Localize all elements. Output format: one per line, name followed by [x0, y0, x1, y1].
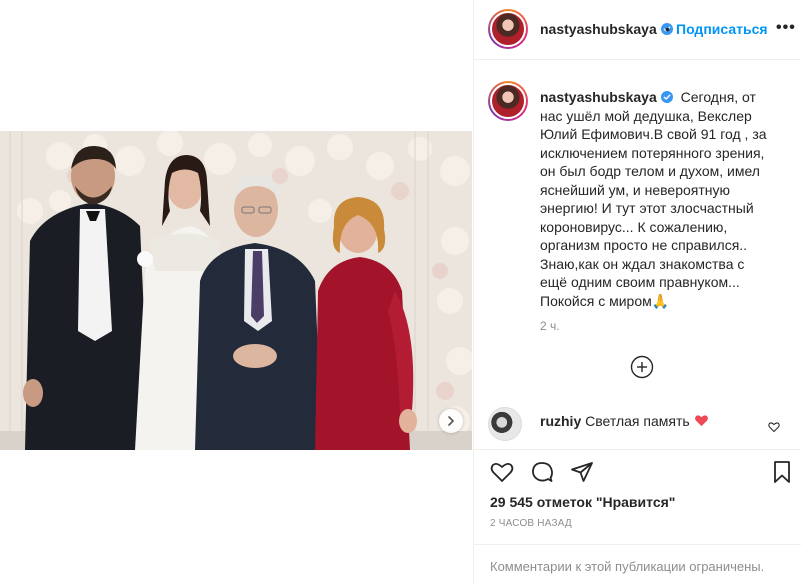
post-media: [0, 0, 472, 585]
comment-item: ruzhiy Светлая память: [488, 407, 788, 443]
chevron-right-icon: [448, 416, 454, 426]
comments-section: nastyashubskaya Сегодня, от нас ушёл мой…: [474, 61, 801, 449]
wedding-photo-illustration: [0, 131, 472, 450]
share-icon[interactable]: [570, 460, 594, 484]
header-separator: •: [665, 21, 670, 37]
post-header: nastyashubskaya • Подписаться •••: [474, 0, 801, 60]
instagram-post-modal: nastyashubskaya • Подписаться ••• nastya…: [0, 0, 801, 585]
caption-timestamp[interactable]: 2 ч.: [540, 319, 560, 333]
author-avatar[interactable]: [488, 9, 528, 49]
post-side-panel: nastyashubskaya • Подписаться ••• nastya…: [473, 0, 801, 585]
caption-author-username[interactable]: nastyashubskaya: [540, 89, 673, 105]
post-actions: 29 545 отметок "Нравится" 2 часов назад: [474, 449, 801, 544]
verified-badge-icon: [660, 91, 673, 103]
post-caption: nastyashubskaya Сегодня, от нас ушёл мой…: [540, 88, 770, 310]
commenter-username[interactable]: ruzhiy: [540, 413, 581, 429]
comment-like-icon[interactable]: [768, 421, 780, 433]
post-timestamp[interactable]: 2 часов назад: [490, 518, 572, 529]
comment-icon[interactable]: [530, 460, 554, 484]
commenter-avatar[interactable]: [488, 407, 522, 441]
comments-limited-notice: Комментарии к этой публикации ограничены…: [490, 559, 765, 574]
post-photo[interactable]: [0, 131, 472, 450]
more-options-button[interactable]: •••: [776, 19, 796, 37]
caption-author-avatar[interactable]: [488, 81, 528, 121]
author-username[interactable]: nastyashubskaya: [540, 21, 673, 37]
next-photo-button[interactable]: [439, 409, 463, 433]
comment-body: ruzhiy Светлая память: [540, 413, 709, 429]
comment-text: Светлая память: [585, 413, 690, 429]
likes-count[interactable]: 29 545 отметок "Нравится": [490, 494, 675, 510]
caption-text: Сегодня, от нас ушёл мой дедушка, Вексле…: [540, 89, 767, 309]
follow-button[interactable]: Подписаться: [676, 21, 768, 37]
plus-circle-icon[interactable]: [630, 355, 654, 379]
bookmark-icon[interactable]: [770, 460, 794, 484]
heart-icon[interactable]: [490, 460, 514, 484]
red-heart-emoji-icon: [694, 415, 708, 427]
comment-box-area: Комментарии к этой публикации ограничены…: [474, 544, 801, 585]
